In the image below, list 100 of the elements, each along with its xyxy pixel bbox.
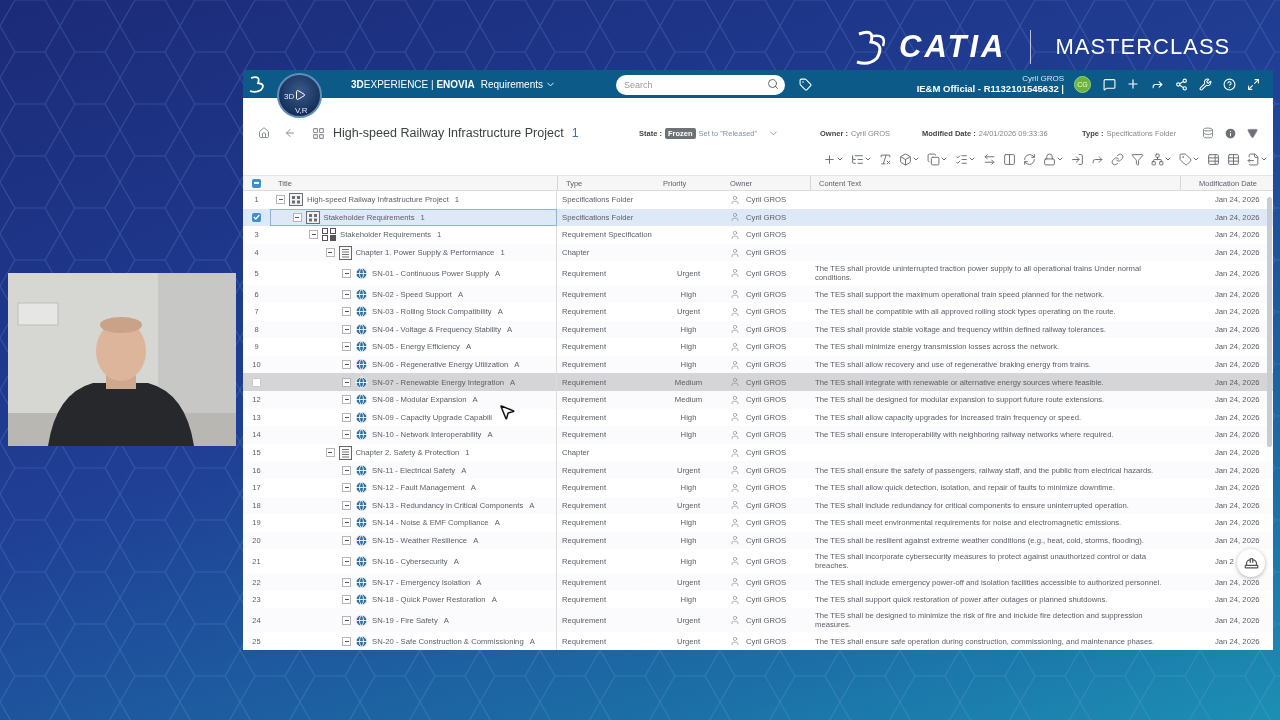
collapse-icon[interactable]: [342, 324, 351, 334]
collapse-icon[interactable]: [342, 395, 351, 405]
collapse-icon[interactable]: [342, 536, 351, 545]
collapse-icon[interactable]: [342, 342, 351, 352]
database-button[interactable]: [1202, 127, 1214, 139]
collapse-icon[interactable]: [309, 230, 318, 240]
globe-icon: [355, 613, 368, 627]
info-button[interactable]: [1224, 126, 1237, 140]
globe-icon: [355, 534, 368, 547]
collapse-icon[interactable]: [342, 360, 351, 370]
user-icon: [730, 230, 740, 240]
play-icon: [294, 89, 306, 101]
user-icon: [730, 212, 740, 223]
document-icon: [338, 245, 352, 260]
user-icon: [730, 341, 740, 352]
collapse-icon[interactable]: [342, 307, 351, 317]
chat-icon: [1102, 77, 1116, 91]
user-icon: [730, 636, 740, 647]
globe-icon: [355, 375, 368, 389]
info-icon: [1224, 126, 1237, 140]
globe-icon: [355, 287, 368, 301]
refresh-icon: [1023, 152, 1036, 166]
user-icon: [730, 517, 740, 528]
select-all-checkbox[interactable]: [252, 178, 261, 188]
row-checkbox[interactable]: [252, 377, 261, 387]
collapse-icon[interactable]: [342, 500, 351, 510]
plus-icon: [1126, 77, 1140, 91]
cube-icon: [899, 152, 912, 166]
globe-icon: [355, 481, 368, 495]
globe-icon: [355, 463, 368, 477]
user-icon: [730, 359, 740, 370]
globe-icon: [355, 575, 368, 589]
globe-icon: [355, 498, 368, 512]
collapse-button[interactable]: [1247, 127, 1258, 139]
search-icon[interactable]: [767, 78, 780, 90]
compass-button[interactable]: 3D V,R: [277, 73, 322, 118]
brand-name: CATIA: [899, 29, 1007, 65]
globe-icon: [355, 410, 368, 424]
collapse-icon[interactable]: [342, 289, 351, 299]
globe-icon: [355, 322, 368, 336]
grid-icon: [311, 126, 325, 140]
user-icon: [730, 556, 740, 567]
user-icon: [730, 594, 740, 605]
copy-icon: [927, 152, 940, 166]
collapse-icon[interactable]: [276, 195, 285, 205]
folder-icon: [289, 193, 303, 207]
user-icon: [730, 247, 740, 258]
expand-icon: [1246, 77, 1260, 91]
page-title: High-speed Railway Infrastructure Project: [333, 126, 564, 140]
collapse-icon[interactable]: [342, 577, 351, 587]
tag-icon: [1179, 152, 1192, 166]
collapse-icon[interactable]: [342, 483, 351, 493]
back-icon: [284, 127, 296, 139]
caret-icon: [1260, 155, 1268, 163]
collapse-icon[interactable]: [342, 518, 351, 528]
globe-icon: [355, 266, 368, 280]
caret-icon: [912, 155, 920, 163]
user-context: IE&M Official - R1132101545632 |: [916, 83, 1064, 94]
globe-icon: [355, 593, 368, 607]
collapse-icon[interactable]: [342, 430, 351, 440]
collapse-icon[interactable]: [342, 636, 351, 646]
user-icon: [730, 394, 740, 405]
list-icon: [851, 152, 864, 166]
row-checkbox[interactable]: [252, 212, 261, 222]
lock-icon: [1043, 152, 1056, 166]
globe-icon: [355, 428, 368, 442]
triangle-icon: [1247, 127, 1258, 139]
collapse-icon[interactable]: [292, 212, 302, 222]
collapse-icon[interactable]: [342, 268, 351, 278]
globe-icon: [355, 634, 368, 648]
user-icon: [730, 306, 740, 317]
helmet-icon: [1243, 555, 1259, 571]
user-icon: [730, 447, 740, 458]
collapse-icon[interactable]: [342, 377, 351, 387]
table-icon: [1227, 152, 1240, 166]
app-menu-button[interactable]: Requirements: [480, 78, 557, 90]
scrollbar[interactable]: [1267, 197, 1272, 447]
collapse-icon[interactable]: [325, 248, 335, 258]
collapse-icon[interactable]: [342, 556, 351, 566]
user-icon: [730, 324, 740, 335]
revision-label: 1: [571, 126, 579, 140]
checklist-icon: [955, 152, 968, 166]
user-icon: [730, 535, 740, 546]
user-icon: [730, 500, 740, 511]
user-icon: [730, 615, 740, 626]
caret-icon: [1192, 155, 1200, 163]
collapse-icon[interactable]: [342, 412, 351, 422]
collapse-icon[interactable]: [342, 465, 351, 475]
collapse-icon[interactable]: [325, 448, 335, 457]
user-icon: [730, 268, 740, 279]
export-icon: [1247, 152, 1260, 166]
mouse-cursor-icon: [498, 403, 516, 421]
tree-icon: [1151, 152, 1164, 166]
caret-icon: [836, 155, 844, 163]
collapse-icon[interactable]: [342, 595, 351, 605]
caret-icon: [1056, 155, 1064, 163]
folder-icon: [305, 210, 320, 224]
database-icon: [1202, 127, 1214, 139]
collapse-icon[interactable]: [342, 615, 351, 625]
search-field[interactable]: Search: [616, 75, 786, 95]
